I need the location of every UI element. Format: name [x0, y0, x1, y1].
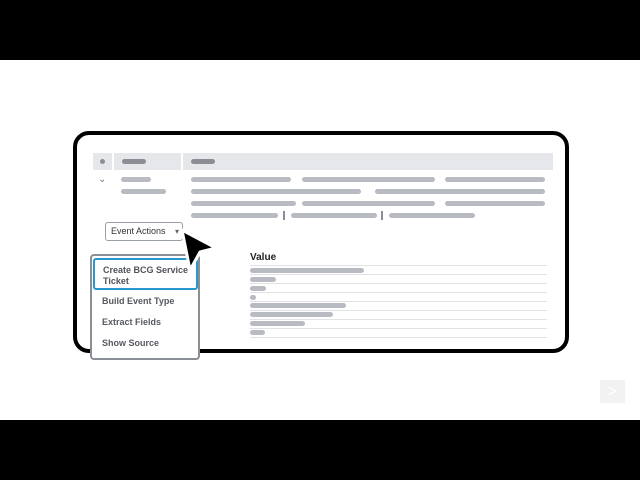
field-value-placeholder: [250, 303, 346, 308]
field-value-placeholder: [250, 330, 265, 335]
event-text-placeholder: [445, 201, 545, 206]
next-arrow-icon[interactable]: >: [600, 380, 625, 403]
header-separator: [181, 153, 183, 170]
event-text-placeholder: [191, 189, 361, 194]
field-value-placeholder: [250, 312, 333, 317]
field-value-placeholder: [250, 321, 305, 326]
stage: ⌄ Value: [0, 60, 640, 420]
menu-item-build-event-type[interactable]: Build Event Type: [92, 296, 198, 306]
caret-down-icon: ▾: [174, 227, 179, 236]
menu-item-extract-fields[interactable]: Extract Fields: [92, 317, 198, 327]
table-row-divider: [250, 319, 547, 320]
header-column-dot: [100, 159, 105, 164]
event-text-placeholder: [389, 213, 475, 218]
event-text-placeholder: [302, 201, 435, 206]
event-text-placeholder: [302, 177, 435, 182]
event-text-placeholder: [291, 213, 377, 218]
header-column-placeholder: [122, 159, 146, 164]
time-placeholder: [121, 189, 166, 194]
field-value-placeholder: [250, 268, 364, 273]
table-row-divider: [250, 274, 547, 275]
event-text-placeholder: [191, 177, 291, 182]
field-separator: [381, 211, 383, 220]
event-actions-label: Event Actions: [111, 226, 166, 236]
mouse-pointer-icon: [180, 228, 218, 272]
table-row-divider: [250, 337, 547, 338]
field-value-placeholder: [250, 295, 256, 300]
table-row-divider: [250, 283, 547, 284]
table-row-divider: [250, 328, 547, 329]
event-text-placeholder: [191, 213, 278, 218]
table-header: [93, 153, 553, 170]
field-value-placeholder: [250, 286, 266, 291]
header-separator: [112, 153, 114, 170]
event-text-placeholder: [445, 177, 545, 182]
menu-item-show-source[interactable]: Show Source: [92, 338, 198, 348]
value-column-header: Value: [250, 252, 277, 263]
table-row-divider: [250, 292, 547, 293]
event-actions-button[interactable]: Event Actions ▾: [105, 222, 183, 241]
table-row-divider: [250, 265, 547, 266]
event-text-placeholder: [191, 201, 296, 206]
chevron-down-icon[interactable]: ⌄: [98, 175, 106, 185]
header-column-placeholder: [191, 159, 215, 164]
field-separator: [283, 211, 285, 220]
field-value-placeholder: [250, 277, 276, 282]
event-text-placeholder: [375, 189, 545, 194]
table-row-divider: [250, 310, 547, 311]
time-placeholder: [121, 177, 151, 182]
table-row-divider: [250, 301, 547, 302]
